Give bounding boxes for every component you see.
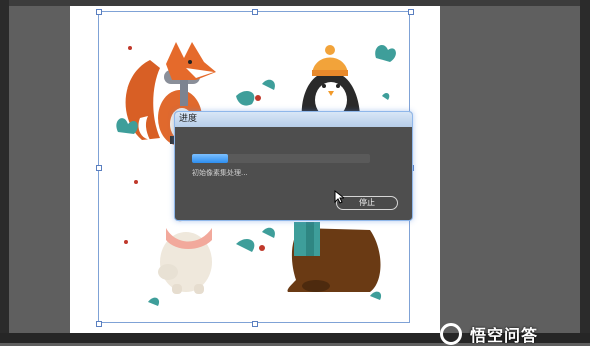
progress-bar-fill (192, 154, 228, 163)
transform-handle-bottom-left[interactable] (96, 321, 102, 327)
transform-handle-mid-left[interactable] (96, 165, 102, 171)
stop-button[interactable]: 停止 (336, 196, 398, 210)
progress-dialog: 进度 初始像素集处理... 停止 (174, 111, 413, 221)
watermark-text: 悟空问答 (470, 326, 539, 345)
dialog-title: 进度 (175, 112, 412, 127)
transform-handle-bottom-center[interactable] (252, 321, 258, 327)
progress-bar (192, 154, 370, 163)
wukong-logo-icon (440, 323, 462, 345)
transform-handle-top-left[interactable] (96, 9, 102, 15)
transform-handle-top-right[interactable] (408, 9, 414, 15)
transform-handle-top-center[interactable] (252, 9, 258, 15)
mouse-cursor-icon (334, 190, 344, 204)
status-text: 初始像素集处理... (192, 169, 248, 177)
